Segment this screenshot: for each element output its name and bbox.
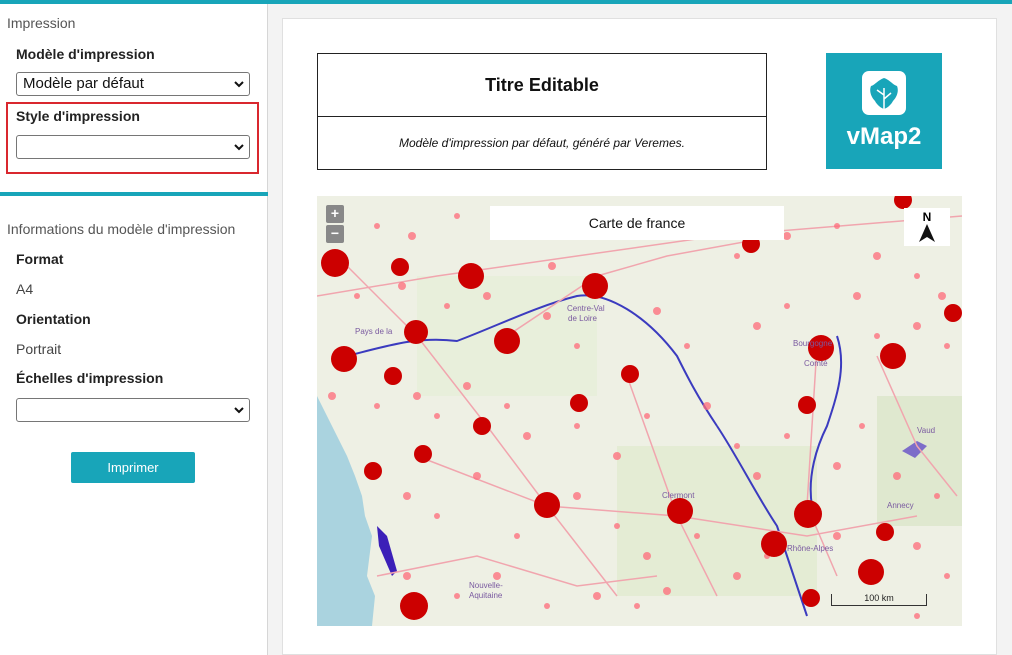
zoom-out-button[interactable]: − — [326, 225, 344, 243]
map-label: Rhône-Alpes — [787, 544, 834, 553]
map-label: de Loire — [568, 314, 597, 323]
chevron-down-icon — [234, 407, 244, 414]
map-label: Vaud — [917, 426, 936, 435]
orientation-value: Portrait — [16, 341, 62, 357]
logo-text: vMap2 — [846, 123, 922, 150]
modele-select-value: Modèle par défaut — [23, 75, 144, 92]
editable-title[interactable]: Titre Editable — [318, 54, 766, 117]
north-arrow: N — [904, 208, 950, 246]
vmap2-logo: vMap2 — [826, 53, 942, 169]
map-title[interactable]: Carte de france — [490, 206, 784, 240]
map-label: Pays de la — [355, 327, 393, 336]
chevron-down-icon — [234, 81, 244, 88]
print-sidebar: Impression Modèle d'impression Modèle pa… — [0, 4, 268, 655]
zoom-in-button[interactable]: + — [326, 205, 344, 223]
modele-label: Modèle d'impression — [16, 46, 155, 62]
style-highlight-box — [6, 102, 259, 174]
map-label: Comté — [804, 359, 828, 368]
format-label: Format — [16, 251, 64, 267]
map-basemap — [317, 196, 962, 626]
map-label: Centre-Val — [567, 304, 605, 313]
map-label: Aquitaine — [469, 591, 503, 600]
echelles-select[interactable] — [16, 398, 250, 422]
preview-subtitle: Modèle d'impression par défaut, généré p… — [398, 136, 685, 150]
map-label: Nouvelle- — [469, 581, 503, 590]
map-preview[interactable]: Pays de la Centre-Val de Loire Bourgogne… — [317, 196, 962, 626]
north-arrow-icon — [919, 224, 935, 242]
section-title-impression: Impression — [7, 15, 76, 31]
map-label: Clermont — [662, 491, 695, 500]
print-button[interactable]: Imprimer — [71, 452, 195, 483]
north-label: N — [922, 210, 932, 224]
map-label: Bourgogne — [793, 339, 833, 348]
format-value: A4 — [16, 281, 34, 297]
map-label: Annecy — [887, 501, 914, 510]
scale-bar: 100 km — [831, 594, 927, 606]
modele-select[interactable]: Modèle par défaut — [16, 72, 250, 96]
orientation-label: Orientation — [16, 311, 91, 327]
grape-leaf-icon — [862, 71, 906, 115]
section-divider — [0, 192, 268, 196]
title-block: Titre Editable Modèle d'impression par d… — [317, 53, 767, 170]
echelles-label: Échelles d'impression — [16, 370, 164, 386]
info-title: Informations du modèle d'impression — [7, 221, 236, 237]
